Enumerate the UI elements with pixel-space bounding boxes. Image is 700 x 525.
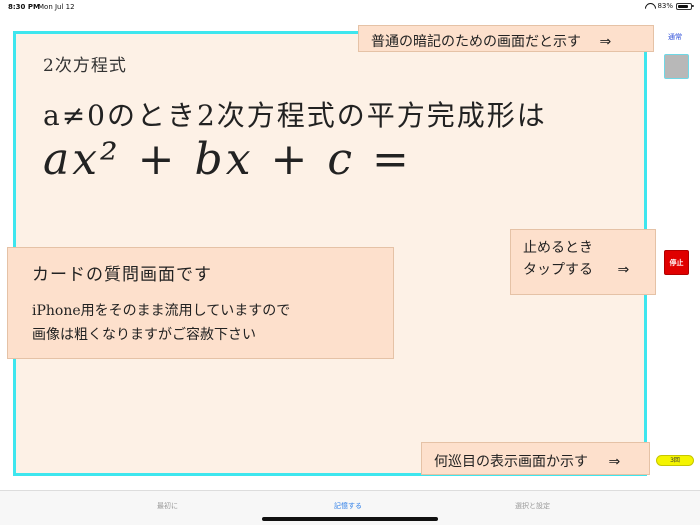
note-card-line2: 画像は粗くなりますがご容赦下さい bbox=[32, 327, 256, 343]
note-normal-mode-text: 普通の暗記のための画面だと示す bbox=[371, 34, 581, 50]
battery-fill bbox=[678, 4, 688, 8]
tab-settings[interactable]: 選択と設定 bbox=[515, 501, 550, 511]
note-stop: 止めるとき タップする ⇒ bbox=[510, 229, 656, 295]
wifi-icon bbox=[645, 3, 654, 10]
note-round-display: 何巡目の表示画面か示す ⇒ bbox=[421, 442, 650, 475]
arrow-icon: ⇒ bbox=[599, 34, 612, 50]
stop-button[interactable]: 停止 bbox=[664, 250, 689, 275]
arrow-icon: ⇒ bbox=[608, 454, 621, 470]
battery-icon bbox=[676, 2, 694, 10]
normal-mode-button[interactable]: 通常 bbox=[664, 32, 686, 42]
card-question: a≠0のとき2次方程式の平方完成形は bbox=[43, 99, 547, 132]
battery-percent: 83% bbox=[657, 2, 673, 10]
tab-memorize[interactable]: 記憶する bbox=[334, 501, 362, 511]
note-round-display-text: 何巡目の表示画面か示す bbox=[434, 454, 588, 470]
tab-first[interactable]: 最初に bbox=[157, 501, 178, 511]
note-stop-line2: タップする bbox=[523, 262, 593, 278]
note-card-heading: カードの質問画面です bbox=[32, 265, 212, 285]
card-formula: ax² + bx + c = bbox=[43, 134, 412, 185]
card-title: 2次方程式 bbox=[43, 56, 127, 76]
status-time: 8:30 PM bbox=[8, 3, 40, 11]
note-card-question: カードの質問画面です iPhone用をそのまま流用していますので 画像は粗くなり… bbox=[7, 247, 394, 359]
status-right: 83% bbox=[645, 2, 694, 10]
note-normal-mode: 普通の暗記のための画面だと示す ⇒ bbox=[358, 25, 654, 52]
status-bar: 8:30 PM Mon Jul 12 83% bbox=[0, 0, 700, 14]
round-count-badge: 3回 bbox=[656, 455, 694, 466]
note-stop-line1: 止めるとき bbox=[523, 240, 593, 256]
arrow-icon: ⇒ bbox=[617, 262, 630, 278]
note-card-line1: iPhone用をそのまま流用していますので bbox=[32, 303, 291, 319]
mode-toggle-button[interactable] bbox=[664, 54, 689, 79]
status-date: Mon Jul 12 bbox=[38, 3, 75, 11]
home-indicator[interactable] bbox=[262, 517, 438, 521]
